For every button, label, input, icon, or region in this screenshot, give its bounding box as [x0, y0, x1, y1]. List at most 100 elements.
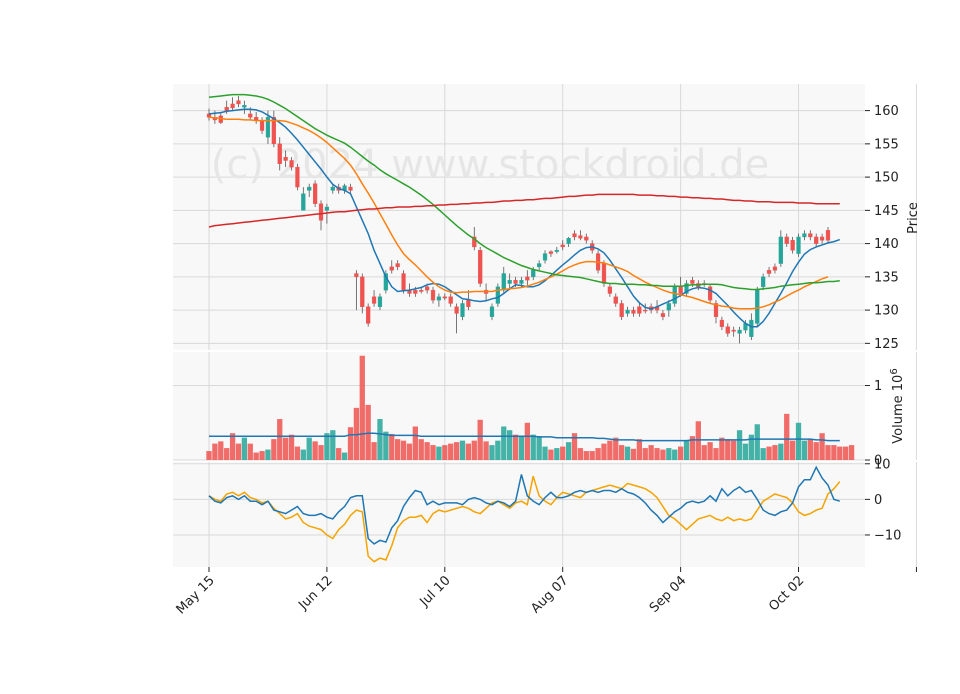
volume-bar: [707, 442, 713, 460]
volume-bar: [778, 443, 784, 460]
candle-down: [366, 306, 371, 324]
candle-down: [360, 276, 365, 307]
volume-bar: [495, 440, 501, 460]
volume-bar: [477, 419, 483, 460]
date-tick-label: Jul 10: [417, 573, 454, 610]
volume-bar: [318, 445, 324, 460]
volume-bar: [719, 437, 725, 460]
candle-down: [808, 233, 813, 238]
volume-bar: [560, 446, 566, 460]
volume-bar: [672, 449, 678, 460]
volume-bar: [554, 448, 560, 460]
candle-down: [613, 296, 618, 304]
price-tick-label: 130: [874, 304, 899, 319]
volume-bar: [548, 449, 554, 460]
volume-bar: [412, 426, 418, 460]
candle-down: [425, 286, 430, 291]
volume-bar: [795, 422, 802, 460]
volume-bar: [825, 445, 831, 460]
candle-down: [389, 266, 394, 271]
candle-down: [259, 120, 265, 131]
candle-up: [761, 276, 766, 288]
volume-bar: [277, 419, 283, 460]
volume-bar: [312, 441, 318, 460]
candle-up: [242, 105, 247, 108]
oscillator-tick-label: 0: [874, 493, 882, 508]
volume-bar: [282, 437, 289, 460]
volume-bar: [848, 445, 855, 460]
volume-bar: [330, 430, 336, 460]
candle-down: [277, 143, 282, 165]
volume-bar: [229, 433, 236, 460]
volume-bar: [577, 448, 584, 460]
volume-bar: [601, 443, 607, 460]
stock-chart: (c) 2024 www.stockdroid.de 125 130 135 140 1…: [0, 0, 960, 690]
volume-bar: [607, 440, 613, 460]
volume-bar: [300, 449, 306, 460]
candle-down: [236, 100, 241, 105]
volume-bar: [206, 451, 212, 460]
price-tick-label: 140: [874, 237, 899, 252]
volume-bar: [430, 445, 436, 460]
volume-bar: [736, 430, 743, 460]
volume-bar: [642, 448, 648, 460]
volume-bar: [524, 422, 530, 460]
candle-down: [466, 299, 471, 307]
date-tick-label: Oct 02: [766, 573, 807, 614]
candle-down: [395, 263, 400, 268]
candle-up: [489, 306, 495, 317]
candle-up: [531, 270, 536, 278]
candle-down: [295, 166, 300, 188]
volume-bar: [235, 443, 242, 460]
volume-bar: [471, 440, 477, 460]
price-tick-label: 145: [874, 204, 899, 219]
volume-bar: [613, 437, 619, 460]
volume-bar: [801, 440, 808, 460]
candle-down: [430, 289, 436, 301]
volume-bar: [424, 442, 430, 460]
candle-down: [478, 250, 483, 284]
candle-down: [224, 107, 229, 111]
candle-up: [666, 303, 671, 311]
candle-down: [637, 306, 642, 314]
volume-bar: [294, 446, 301, 460]
volume-bar: [371, 442, 377, 460]
candle-down: [318, 203, 324, 221]
candle-up: [755, 289, 760, 324]
volume-bar: [701, 445, 707, 460]
volume-bar: [518, 436, 525, 460]
volume-bar: [589, 451, 595, 460]
date-tick-label: Sep 04: [647, 573, 690, 616]
volume-bar: [389, 433, 395, 460]
volume-bar: [448, 443, 454, 460]
volume-bar: [636, 439, 643, 460]
candle-down: [419, 289, 424, 292]
candle-up: [566, 238, 571, 244]
candle-up: [301, 193, 306, 211]
candle-down: [814, 236, 819, 244]
volume-bar: [677, 446, 684, 460]
candle-up: [537, 263, 542, 268]
candle-down: [513, 279, 518, 284]
candle-up: [330, 186, 335, 191]
volume-bar: [595, 448, 601, 460]
volume-bar: [660, 449, 666, 460]
candle-down: [772, 266, 778, 271]
candle-down: [784, 236, 789, 244]
candle-down: [525, 276, 530, 281]
volume-bar: [512, 434, 519, 460]
price-tick-label: 155: [874, 137, 899, 152]
volume-bar: [619, 445, 625, 460]
volume-bar: [459, 440, 466, 460]
candle-up: [307, 186, 312, 191]
candle-up: [519, 279, 524, 284]
volume-bar: [565, 442, 572, 460]
candle-down: [572, 233, 577, 238]
volume-bar: [843, 446, 849, 460]
candle-up: [672, 286, 677, 304]
volume-bar: [265, 449, 271, 460]
candle-down: [790, 240, 795, 251]
candle-down: [454, 306, 459, 314]
candle-up: [507, 279, 512, 284]
oscillator-tick-label: −10: [874, 528, 901, 543]
